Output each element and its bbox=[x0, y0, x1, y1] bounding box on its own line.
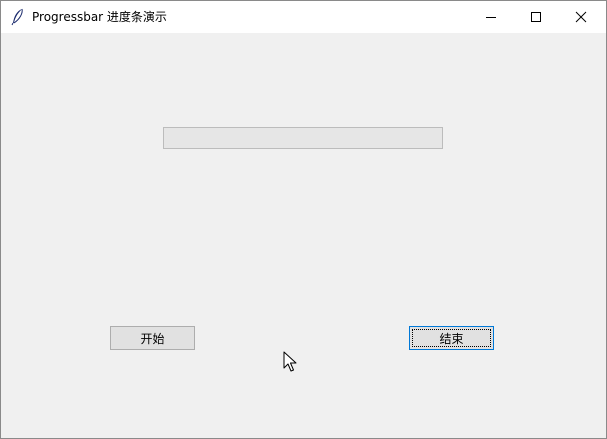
close-icon bbox=[575, 11, 586, 23]
close-button[interactable] bbox=[558, 1, 603, 33]
start-button-label: 开始 bbox=[140, 331, 165, 346]
client-area: 开始 结束 bbox=[1, 33, 606, 438]
app-window: Progressbar 进度条演示 开始 结束 bbox=[0, 0, 607, 439]
minimize-button[interactable] bbox=[468, 1, 513, 33]
minimize-icon bbox=[485, 17, 496, 18]
end-button[interactable]: 结束 bbox=[409, 326, 494, 350]
maximize-button[interactable] bbox=[513, 1, 558, 33]
maximize-icon bbox=[530, 12, 541, 22]
window-title: Progressbar 进度条演示 bbox=[32, 10, 167, 24]
start-button[interactable]: 开始 bbox=[110, 326, 195, 350]
feather-icon bbox=[11, 8, 23, 26]
title-bar[interactable]: Progressbar 进度条演示 bbox=[1, 1, 606, 33]
end-button-label: 结束 bbox=[439, 331, 464, 346]
mouse-pointer-icon bbox=[283, 351, 297, 372]
progress-bar bbox=[163, 127, 443, 149]
